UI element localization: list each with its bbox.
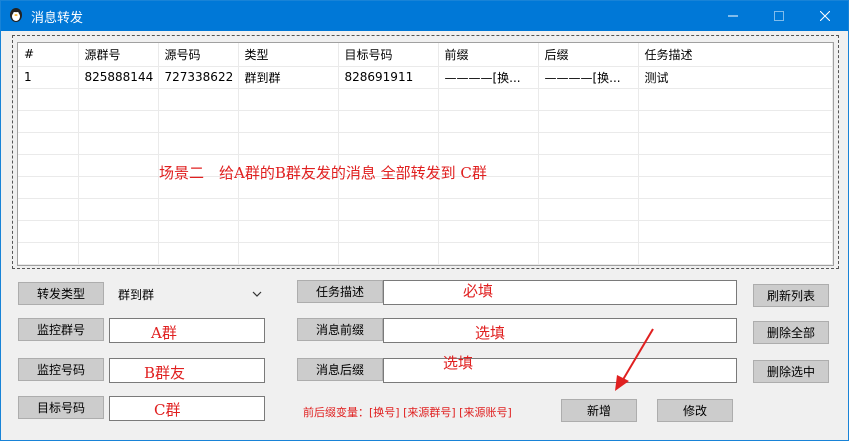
grid-header-row: # 源群号 源号码 类型 目标号码 前缀 后缀 任务描述 — [18, 43, 833, 67]
table-cell: 727338622 — [158, 66, 239, 89]
forward-type-value: 群到群 — [118, 288, 155, 302]
msg-prefix-input[interactable] — [383, 318, 737, 343]
table-cell: 群到群 — [238, 66, 339, 89]
empty-row — [18, 88, 833, 111]
edit-button[interactable]: 修改 — [657, 399, 733, 422]
column-header[interactable]: # — [18, 43, 79, 67]
empty-row — [18, 198, 833, 221]
task-desc-input[interactable] — [383, 280, 737, 305]
title-bar[interactable]: 消息转发 — [1, 1, 848, 31]
empty-row — [18, 242, 833, 265]
table-cell: 1 — [18, 66, 79, 89]
table-cell: ————[换... — [438, 66, 539, 89]
close-icon — [820, 11, 830, 21]
column-header[interactable]: 源群号 — [78, 43, 159, 67]
column-header[interactable]: 后缀 — [538, 43, 639, 67]
table-row[interactable]: 1 825888144 727338622 群到群 828691911 ————… — [18, 66, 833, 89]
target-number-label: 目标号码 — [18, 396, 104, 419]
table-cell: 828691911 — [338, 66, 439, 89]
target-number-input[interactable] — [109, 396, 265, 421]
optional-suffix-annotation: 选填 — [443, 354, 474, 372]
group-c-annotation: C群 — [154, 401, 181, 419]
task-grid[interactable]: # 源群号 源号码 类型 目标号码 前缀 后缀 任务描述 1 825888144… — [17, 42, 834, 266]
empty-row — [18, 110, 833, 133]
close-button[interactable] — [802, 1, 848, 31]
task-desc-label: 任务描述 — [297, 280, 383, 303]
column-header[interactable]: 目标号码 — [338, 43, 439, 67]
delete-all-button[interactable]: 删除全部 — [753, 321, 829, 344]
table-cell: 825888144 — [78, 66, 159, 89]
table-cell: 测试 — [638, 66, 833, 89]
minimize-icon — [728, 15, 738, 17]
msg-suffix-label: 消息后缀 — [297, 358, 383, 381]
minimize-button[interactable] — [710, 1, 756, 31]
scene-annotation: 场景二 给A群的B群友发的消息 全部转发到 C群 — [159, 164, 487, 182]
add-button[interactable]: 新增 — [561, 399, 637, 422]
monitor-number-input[interactable] — [109, 358, 265, 383]
table-cell: ————[换... — [538, 66, 639, 89]
chevron-down-icon — [252, 291, 262, 297]
variables-hint: 前后缀变量：[换号] [来源群号] [来源账号] — [303, 406, 512, 419]
required-annotation: 必填 — [463, 282, 494, 300]
window-title: 消息转发 — [31, 11, 84, 26]
app-penguin-icon — [10, 8, 22, 22]
maximize-button[interactable] — [756, 1, 802, 31]
refresh-list-button[interactable]: 刷新列表 — [753, 284, 829, 307]
monitor-number-label: 监控号码 — [18, 358, 104, 381]
main-window: 消息转发 # 源群号 源号码 类型 目标号码 前缀 后缀 任务描述 1 8258… — [0, 0, 849, 441]
empty-row — [18, 132, 833, 155]
empty-row — [18, 220, 833, 243]
monitor-group-label: 监控群号 — [18, 318, 104, 341]
column-header[interactable]: 任务描述 — [638, 43, 833, 67]
column-header[interactable]: 前缀 — [438, 43, 539, 67]
monitor-group-input[interactable] — [109, 318, 265, 343]
maximize-icon — [774, 11, 784, 21]
annotation-arrow-icon — [615, 328, 654, 391]
member-b-annotation: B群友 — [144, 364, 186, 382]
delete-selected-button[interactable]: 删除选中 — [753, 360, 829, 383]
group-a-annotation: A群 — [151, 324, 177, 342]
forward-type-select[interactable]: 群到群 — [110, 282, 266, 307]
optional-prefix-annotation: 选填 — [475, 324, 506, 342]
column-header[interactable]: 类型 — [238, 43, 339, 67]
column-header[interactable]: 源号码 — [158, 43, 239, 67]
forward-type-label: 转发类型 — [18, 282, 104, 305]
msg-prefix-label: 消息前缀 — [297, 318, 383, 341]
msg-suffix-input[interactable] — [383, 358, 737, 383]
